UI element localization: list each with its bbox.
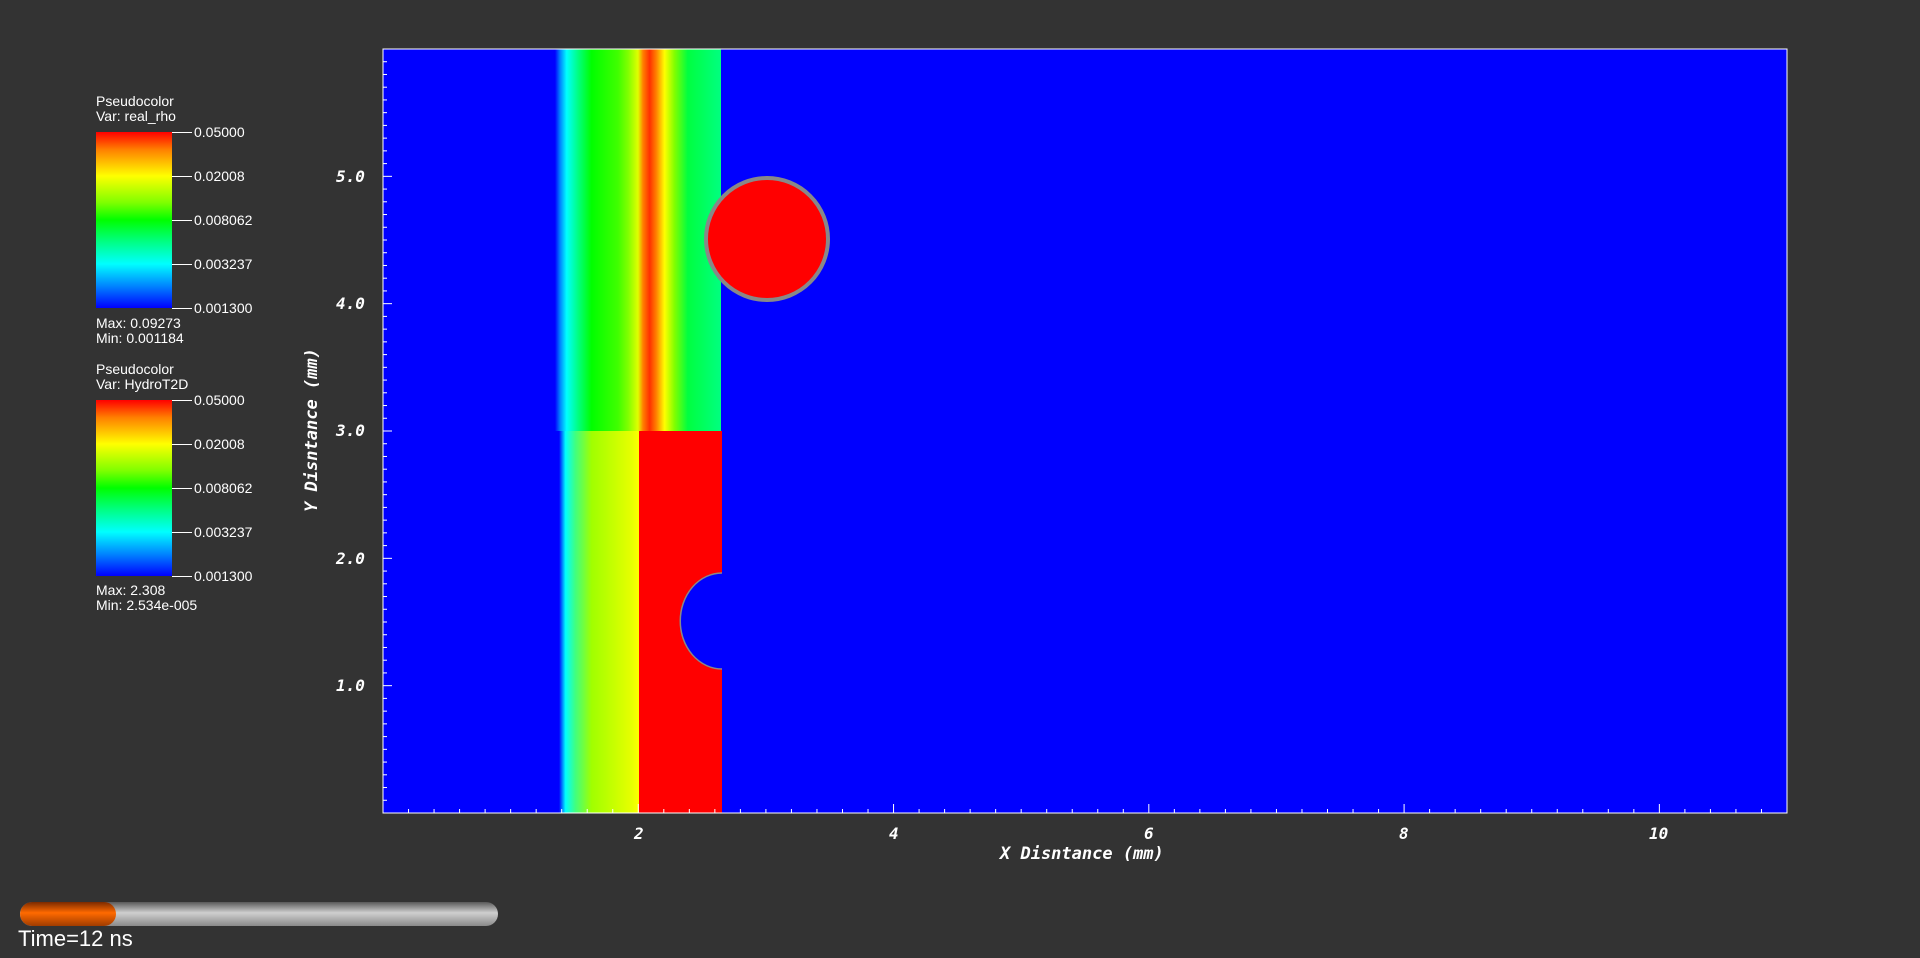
- pseudocolor-plot[interactable]: [0, 0, 1920, 958]
- x-axis-label: X Disntance (mm): [1000, 844, 1164, 864]
- time-slider[interactable]: [20, 902, 498, 926]
- x-tick-label: 2: [634, 824, 644, 843]
- x-tick-label: 4: [889, 824, 899, 843]
- y-tick-label: 3.0: [336, 421, 365, 440]
- x-tick-label: 6: [1144, 824, 1154, 843]
- y-tick-label: 1.0: [336, 676, 365, 695]
- y-tick-label: 2.0: [336, 549, 365, 568]
- x-tick-label: 8: [1399, 824, 1409, 843]
- time-slider-progress: [20, 902, 116, 926]
- upper-shock-region: [555, 49, 721, 431]
- y-tick-label: 5.0: [336, 167, 365, 186]
- y-axis-label: Y Disntance (mm): [301, 348, 322, 512]
- time-label: Time=12 ns: [18, 926, 133, 951]
- x-tick-label: 10: [1649, 824, 1669, 843]
- y-tick-label: 4.0: [336, 294, 365, 313]
- droplet: [704, 176, 830, 302]
